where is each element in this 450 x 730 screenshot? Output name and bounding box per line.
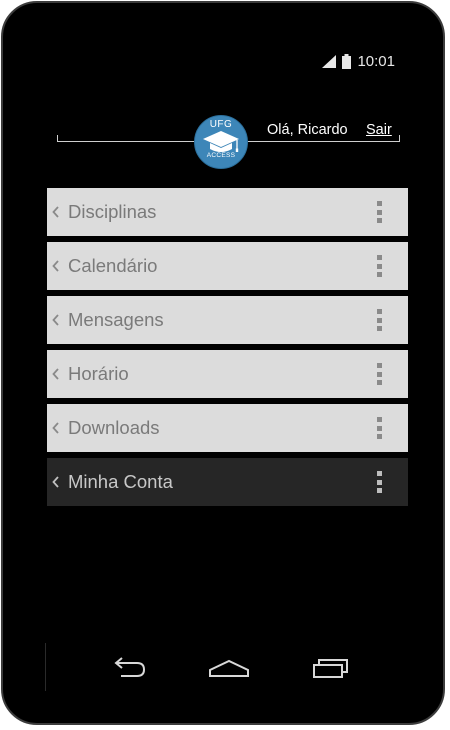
overflow-menu-icon[interactable]	[375, 417, 383, 439]
status-bar: 10:01	[322, 51, 395, 71]
logo-bottom-text: ACCESS	[206, 152, 236, 159]
screen: 10:01 UFG ACCESS Olá, Ricardo Sair Disci…	[3, 3, 443, 723]
menu-item-label: Minha Conta	[68, 471, 173, 492]
app-logo: UFG ACCESS	[194, 115, 248, 169]
battery-icon	[342, 53, 352, 69]
header-divider-right-tick	[399, 135, 400, 142]
graduation-cap-icon	[203, 131, 239, 152]
user-greeting: Olá, Ricardo	[267, 122, 348, 138]
overflow-menu-icon[interactable]	[375, 255, 383, 277]
overflow-menu-icon[interactable]	[375, 309, 383, 331]
menu-item-mensagens[interactable]: Mensagens	[47, 296, 408, 344]
clock-time: 10:01	[357, 52, 395, 70]
main-menu: Disciplinas Calendário Mensagens Horário…	[47, 188, 408, 512]
menu-item-calendario[interactable]: Calendário	[47, 242, 408, 290]
phone-frame: 10:01 UFG ACCESS Olá, Ricardo Sair Disci…	[1, 1, 445, 725]
chevron-left-icon	[52, 314, 60, 326]
menu-item-disciplinas[interactable]: Disciplinas	[47, 188, 408, 236]
app-header: UFG ACCESS Olá, Ricardo Sair	[57, 115, 402, 173]
menu-item-downloads[interactable]: Downloads	[47, 404, 408, 452]
back-icon	[114, 657, 146, 677]
recent-apps-button[interactable]	[309, 650, 353, 682]
recent-apps-icon	[313, 659, 348, 678]
header-divider-left-tick	[57, 135, 58, 142]
chevron-left-icon	[52, 206, 60, 218]
home-icon	[209, 659, 249, 677]
logout-link[interactable]: Sair	[366, 122, 392, 138]
menu-item-label: Disciplinas	[68, 201, 157, 222]
system-nav-bar	[3, 638, 443, 698]
menu-item-label: Horário	[68, 363, 129, 384]
signal-icon	[322, 54, 337, 68]
menu-item-label: Mensagens	[68, 309, 164, 330]
home-button[interactable]	[207, 650, 251, 682]
back-button[interactable]	[107, 650, 151, 682]
chevron-left-icon	[52, 368, 60, 380]
menu-item-label: Downloads	[68, 417, 160, 438]
menu-item-label: Calendário	[68, 255, 158, 276]
overflow-menu-icon[interactable]	[375, 201, 383, 223]
overflow-menu-icon[interactable]	[375, 363, 383, 385]
menu-item-minha-conta[interactable]: Minha Conta	[47, 458, 408, 506]
menu-item-horario[interactable]: Horário	[47, 350, 408, 398]
chevron-left-icon	[52, 422, 60, 434]
chevron-left-icon	[52, 260, 60, 272]
nav-divider	[45, 643, 46, 691]
overflow-menu-icon[interactable]	[375, 471, 383, 493]
chevron-left-icon	[52, 476, 60, 488]
